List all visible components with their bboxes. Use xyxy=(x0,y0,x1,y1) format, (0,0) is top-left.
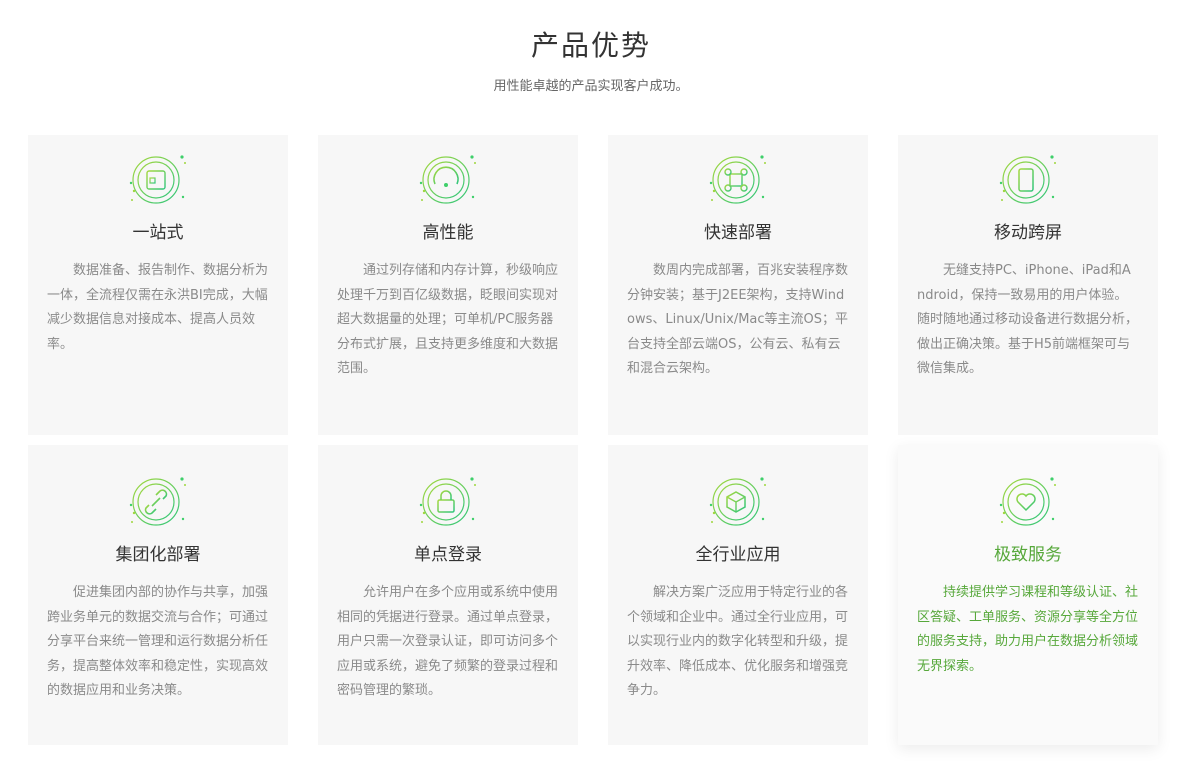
mobile-icon xyxy=(998,153,1058,213)
card-description: 数周内完成部署，百兆安装程序数分钟安装；基于J2EE架构，支持Windows、L… xyxy=(627,263,849,377)
speedometer-icon xyxy=(418,153,478,213)
card-title: 极致服务 xyxy=(994,545,1062,565)
card-mobile-cross-screen[interactable]: 移动跨屏 无缝支持PC、iPhone、iPad和Android，保持一致易用的用… xyxy=(898,135,1158,435)
card-ultimate-service[interactable]: 极致服务 持续提供学习课程和等级认证、社区答疑、工单服务、资源分享等全方位的服务… xyxy=(898,445,1158,745)
card-title: 集团化部署 xyxy=(115,545,201,565)
card-title: 单点登录 xyxy=(414,545,482,565)
card-description: 促进集团内部的协作与共享，加强跨业务单元的数据交流与合作；可通过分享平台来统一管… xyxy=(47,585,269,699)
heart-icon xyxy=(998,475,1058,535)
card-title: 高性能 xyxy=(422,223,474,243)
card-group-deploy[interactable]: 集团化部署 促进集团内部的协作与共享，加强跨业务单元的数据交流与合作；可通过分享… xyxy=(28,445,288,745)
card-description: 允许用户在多个应用或系统中使用相同的凭据进行登录。通过单点登录，用户只需一次登录… xyxy=(337,585,559,699)
network-nodes-icon xyxy=(708,153,768,213)
advantage-grid: 一站式 数据准备、报告制作、数据分析为一体，全流程仅需在永洪BI完成，大幅减少数… xyxy=(28,135,1158,745)
page-title: 产品优势 xyxy=(530,29,651,62)
card-description: 数据准备、报告制作、数据分析为一体，全流程仅需在永洪BI完成，大幅减少数据信息对… xyxy=(47,263,269,352)
page-subtitle: 用性能卓越的产品实现客户成功。 xyxy=(493,79,689,94)
card-title: 一站式 xyxy=(132,223,184,243)
link-icon xyxy=(128,475,188,535)
card-fast-deploy[interactable]: 快速部署 数周内完成部署，百兆安装程序数分钟安装；基于J2EE架构，支持Wind… xyxy=(608,135,868,435)
card-high-performance[interactable]: 高性能 通过列存储和内存计算，秒级响应处理千万到百亿级数据，眨眼间实现对超大数据… xyxy=(318,135,578,435)
card-title: 快速部署 xyxy=(704,223,772,243)
card-title: 全行业应用 xyxy=(695,545,781,565)
dashboard-icon xyxy=(128,153,188,213)
lock-icon xyxy=(418,475,478,535)
card-title: 移动跨屏 xyxy=(994,223,1062,243)
card-industry-application[interactable]: 全行业应用 解决方案广泛应用于特定行业的各个领域和企业中。通过全行业应用，可以实… xyxy=(608,445,868,745)
cube-icon xyxy=(708,475,768,535)
card-single-sign-on[interactable]: 单点登录 允许用户在多个应用或系统中使用相同的凭据进行登录。通过单点登录，用户只… xyxy=(318,445,578,745)
card-one-stop[interactable]: 一站式 数据准备、报告制作、数据分析为一体，全流程仅需在永洪BI完成，大幅减少数… xyxy=(28,135,288,435)
card-description: 通过列存储和内存计算，秒级响应处理千万到百亿级数据，眨眼间实现对超大数据量的处理… xyxy=(337,263,559,377)
card-description: 持续提供学习课程和等级认证、社区答疑、工单服务、资源分享等全方位的服务支持，助力… xyxy=(917,585,1139,674)
card-description: 解决方案广泛应用于特定行业的各个领域和企业中。通过全行业应用，可以实现行业内的数… xyxy=(627,585,849,699)
card-description: 无缝支持PC、iPhone、iPad和Android，保持一致易用的用户体验。随… xyxy=(917,263,1139,377)
